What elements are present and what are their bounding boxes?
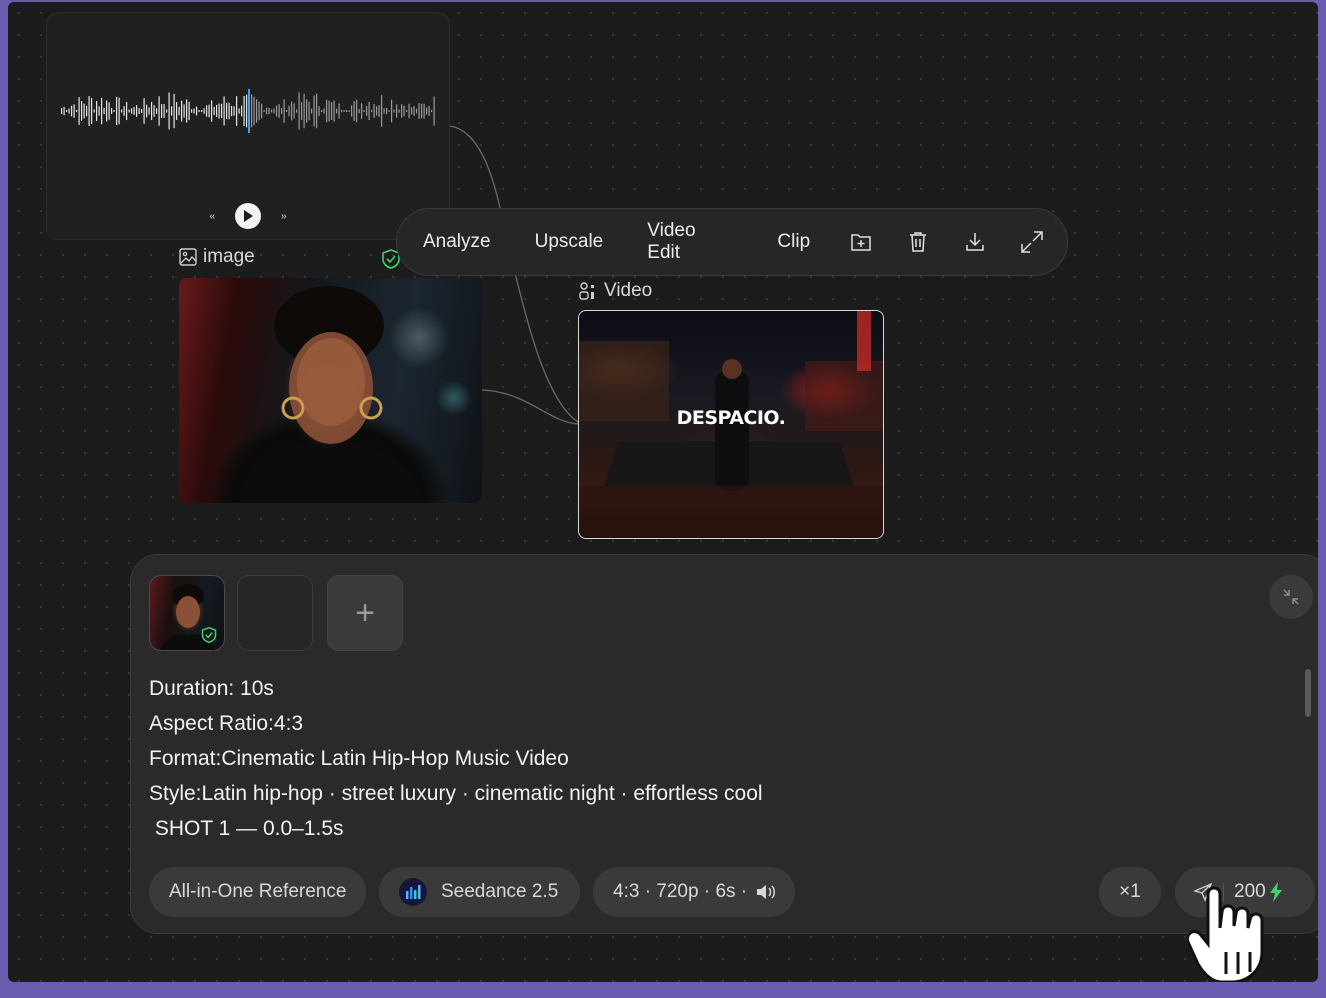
clip-button[interactable]: Clip [777,231,810,253]
add-reference-button[interactable]: + [327,575,403,651]
collapse-panel-button[interactable] [1269,575,1313,619]
window-frame: « » image Video DESPACIO. Analyze Upscal… [0,0,1326,998]
audio-controls: « » [47,203,449,229]
prompt-line-style: Style:Latin hip-hop · street luxury · ci… [149,782,763,805]
prompt-panel: + Duration: 10s Aspect Ratio:4:3 Format:… [130,554,1318,934]
speaker-icon [757,885,776,899]
model-label: Seedance 2.5 [441,881,559,902]
prompt-line-format: Format:Cinematic Latin Hip-Hop Music Vid… [149,747,569,770]
shield-check-icon [201,626,217,644]
video-people-icon [579,282,594,300]
portrait-image [239,286,424,503]
prompt-scrollbar[interactable] [1305,669,1311,717]
image-label-text: image [203,246,255,267]
audio-node[interactable]: « » [46,12,450,240]
play-icon[interactable] [235,203,261,229]
reference-mode-label: All-in-One Reference [169,881,347,902]
image-node-label: image [179,246,255,268]
reference-mode-selector[interactable]: All-in-One Reference [149,867,366,917]
video-overlay-title: DESPACIO. [676,407,786,429]
settings-label: 4:3 · 720p · 6s · [613,881,748,902]
trash-icon[interactable] [905,229,931,255]
seedance-logo-icon [399,878,427,906]
playhead[interactable] [248,89,250,133]
count-label: ×1 [1119,881,1141,902]
prompt-line-shot: SHOT 1 — 0.0–1.5s [149,817,344,840]
prompt-line-duration: Duration: 10s [149,677,274,700]
rewind-icon[interactable]: « [209,211,215,222]
output-count-selector[interactable]: ×1 [1099,867,1161,917]
video-node-preview[interactable]: DESPACIO. [578,310,884,539]
plus-icon: + [355,593,375,632]
model-selector[interactable]: Seedance 2.5 [379,867,580,917]
empty-reference-slot[interactable] [237,575,313,651]
prompt-textarea[interactable]: Duration: 10s Aspect Ratio:4:3 Format:Ci… [149,671,763,846]
video-edit-button[interactable]: Video Edit [647,220,733,264]
image-node-preview[interactable] [179,278,482,503]
download-icon[interactable] [962,229,988,255]
upscale-button[interactable]: Upscale [535,231,604,253]
analyze-button[interactable]: Analyze [423,231,491,253]
video-node-label: Video [578,280,652,302]
workflow-canvas[interactable]: « » image Video DESPACIO. Analyze Upscal… [8,2,1318,982]
fullscreen-icon[interactable] [1019,229,1045,255]
collapse-icon [1283,589,1299,605]
hand-pointer-cursor [1188,886,1264,982]
reference-image-thumbnail[interactable] [149,575,225,651]
node-toolbar: Analyze Upscale Video Edit Clip [396,208,1068,276]
prompt-line-aspect: Aspect Ratio:4:3 [149,712,304,735]
image-icon [179,248,197,266]
video-label-text: Video [604,280,653,301]
generation-settings-selector[interactable]: 4:3 · 720p · 6s · [593,867,795,917]
fast-forward-icon[interactable]: » [281,211,287,222]
add-frame-icon[interactable] [848,229,874,255]
audio-waveform[interactable] [61,85,437,137]
